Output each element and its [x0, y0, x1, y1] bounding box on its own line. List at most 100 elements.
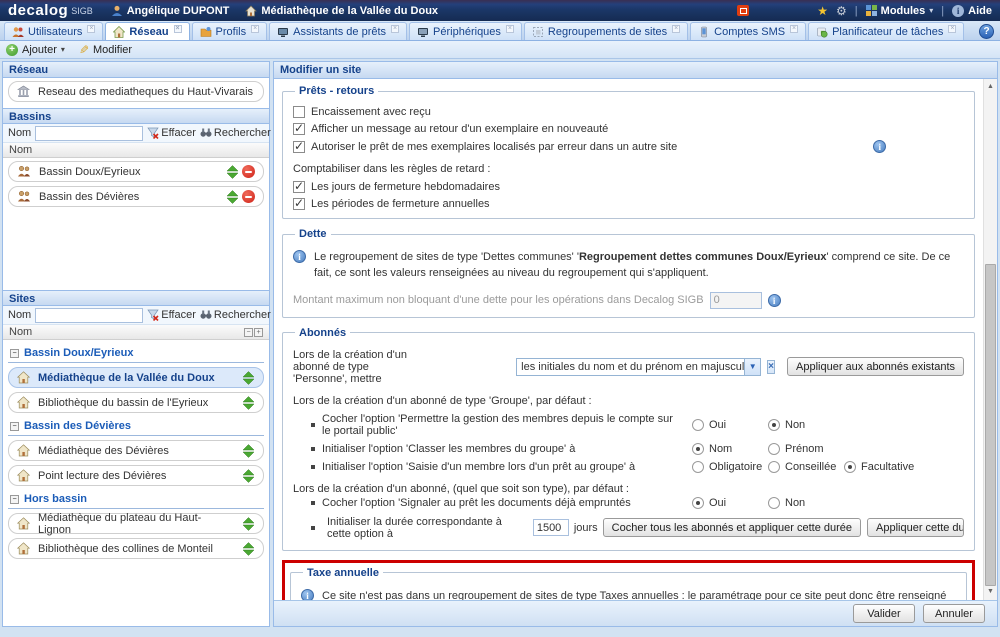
radio-signaler-oui[interactable]: [692, 497, 704, 509]
scrollbar-thumb[interactable]: [985, 264, 996, 586]
current-user[interactable]: Angélique DUPONT: [111, 5, 230, 17]
list-item-site[interactable]: Médiathèque des Dévières: [8, 440, 264, 461]
move-up-down-icon[interactable]: [226, 165, 239, 179]
tab-profils[interactable]: Profils×: [192, 22, 268, 40]
alert-icon[interactable]: [737, 5, 749, 16]
tab-peripheriques[interactable]: Périphériques×: [409, 22, 522, 40]
move-up-down-icon[interactable]: [242, 517, 255, 531]
radio-option[interactable]: Facultative: [844, 461, 964, 473]
tab-planificateur-de-taches[interactable]: Planificateur de tâches×: [808, 22, 964, 40]
sites-column-header[interactable]: Nom − +: [3, 325, 269, 340]
close-icon[interactable]: ×: [790, 25, 798, 33]
expand-all-icon[interactable]: +: [254, 328, 263, 337]
site-group-header[interactable]: − Bassin des Dévières: [8, 420, 264, 436]
current-site[interactable]: Médiathèque de la Vallée du Doux: [245, 5, 438, 17]
help-menu[interactable]: i Aide: [952, 5, 992, 17]
site-group-header[interactable]: − Hors bassin: [8, 493, 264, 509]
close-icon[interactable]: ×: [948, 25, 956, 33]
move-up-down-icon[interactable]: [242, 396, 255, 410]
move-up-down-icon[interactable]: [242, 469, 255, 483]
clear-selection-icon[interactable]: ×: [767, 360, 775, 374]
tab-regroupements-de-sites[interactable]: Regroupements de sites×: [524, 22, 688, 40]
tab-assistants-de-prets[interactable]: Assistants de prêts×: [269, 22, 407, 40]
checkbox-afficher-message[interactable]: [293, 123, 305, 135]
list-item-bassin[interactable]: Bassin des Dévières: [8, 186, 264, 207]
delete-icon[interactable]: [242, 165, 255, 178]
cocher-tous-button[interactable]: Cocher tous les abonnés et appliquer cet…: [603, 518, 861, 537]
modules-grid-icon: [866, 5, 877, 16]
checkbox-periodes-fermeture[interactable]: [293, 198, 305, 210]
bassins-column-header[interactable]: Nom: [3, 143, 269, 158]
delete-icon[interactable]: [242, 190, 255, 203]
appliquer-abonnes-button[interactable]: Appliquer aux abonnés existants: [787, 357, 964, 376]
help-button[interactable]: ?: [979, 24, 994, 39]
ajouter-button[interactable]: + Ajouter ▾: [6, 44, 65, 56]
radio-prenom[interactable]: [768, 443, 780, 455]
move-up-down-icon[interactable]: [226, 190, 239, 204]
scroll-up-icon[interactable]: ▲: [984, 81, 997, 93]
scroll-down-icon[interactable]: ▼: [984, 586, 997, 598]
radio-non[interactable]: [768, 419, 780, 431]
radio-signaler-non[interactable]: [768, 497, 780, 509]
list-item-site[interactable]: Point lecture des Dévières: [8, 465, 264, 486]
radio-option[interactable]: Oui: [692, 497, 768, 509]
list-item-bassin[interactable]: Bassin Doux/Eyrieux: [8, 161, 264, 182]
site-group-header[interactable]: − Bassin Doux/Eyrieux: [8, 347, 264, 363]
close-icon[interactable]: ×: [672, 25, 680, 33]
close-icon[interactable]: ×: [87, 25, 95, 33]
radio-conseillee[interactable]: [768, 461, 780, 473]
reseau-item[interactable]: Reseau des mediatheques du Haut-Vivarais: [8, 81, 264, 102]
close-icon[interactable]: ×: [506, 25, 514, 33]
checkbox-jours-fermeture[interactable]: [293, 181, 305, 193]
vertical-scrollbar[interactable]: ▲ ▼: [983, 79, 997, 600]
checkbox-autoriser-pret[interactable]: [293, 141, 305, 153]
list-item-site[interactable]: Bibliothèque des collines de Monteil: [8, 538, 264, 559]
modifier-button[interactable]: ✎ Modifier: [79, 44, 132, 56]
sites-search-input[interactable]: [35, 308, 143, 323]
radio-option[interactable]: Conseillée: [768, 461, 844, 473]
chevron-down-icon[interactable]: ▼: [744, 359, 760, 375]
tab-comptes-sms[interactable]: Comptes SMS×: [690, 22, 806, 40]
radio-option[interactable]: Non: [768, 497, 844, 509]
move-up-down-icon[interactable]: [242, 371, 255, 385]
radio-obligatoire[interactable]: [692, 461, 704, 473]
radio-oui[interactable]: [692, 419, 704, 431]
tab-utilisateurs[interactable]: Utilisateurs×: [4, 22, 103, 40]
move-up-down-icon[interactable]: [242, 444, 255, 458]
move-up-down-icon[interactable]: [242, 542, 255, 556]
radio-option[interactable]: Obligatoire: [692, 461, 768, 473]
close-icon[interactable]: ×: [174, 25, 182, 33]
radio-option[interactable]: Nom: [692, 443, 768, 455]
checkbox-encaissement[interactable]: [293, 106, 305, 118]
radio-option[interactable]: Oui: [692, 419, 768, 431]
bassins-search-input[interactable]: [35, 126, 143, 141]
dette-info-text: Le regroupement de sites de type 'Dettes…: [314, 250, 964, 282]
home-icon: [17, 444, 30, 457]
radio-option[interactable]: Prénom: [768, 443, 844, 455]
collapse-all-icon[interactable]: −: [244, 328, 253, 337]
annuler-button[interactable]: Annuler: [923, 604, 985, 623]
list-item-site[interactable]: Médiathèque du plateau du Haut-Lignon: [8, 513, 264, 534]
valider-button[interactable]: Valider: [853, 604, 915, 623]
info-icon[interactable]: i: [768, 294, 781, 307]
radio-nom[interactable]: [692, 443, 704, 455]
sites-rechercher-button[interactable]: Rechercher: [200, 309, 271, 321]
info-icon[interactable]: i: [873, 140, 886, 153]
sites-effacer-button[interactable]: Effacer: [147, 309, 196, 321]
collapse-icon[interactable]: −: [10, 495, 19, 504]
collapse-icon[interactable]: −: [10, 349, 19, 358]
close-icon[interactable]: ×: [251, 25, 259, 33]
duree-input[interactable]: [533, 519, 569, 536]
bassins-effacer-button[interactable]: Effacer: [147, 127, 196, 139]
personne-select[interactable]: les initiales du nom et du prénom en maj…: [516, 358, 761, 376]
list-item-site[interactable]: Médiathèque de la Vallée du Doux: [8, 367, 264, 388]
appliquer-duree-button[interactable]: Appliquer cette durée au: [867, 518, 964, 537]
modules-menu[interactable]: Modules ▾: [866, 5, 934, 17]
close-icon[interactable]: ×: [391, 25, 399, 33]
list-item-site[interactable]: Bibliothèque du bassin de l'Eyrieux: [8, 392, 264, 413]
tab-reseau[interactable]: Réseau×: [105, 22, 189, 40]
bassins-rechercher-button[interactable]: Rechercher: [200, 127, 271, 139]
collapse-icon[interactable]: −: [10, 422, 19, 431]
radio-facultative[interactable]: [844, 461, 856, 473]
radio-option[interactable]: Non: [768, 419, 844, 431]
